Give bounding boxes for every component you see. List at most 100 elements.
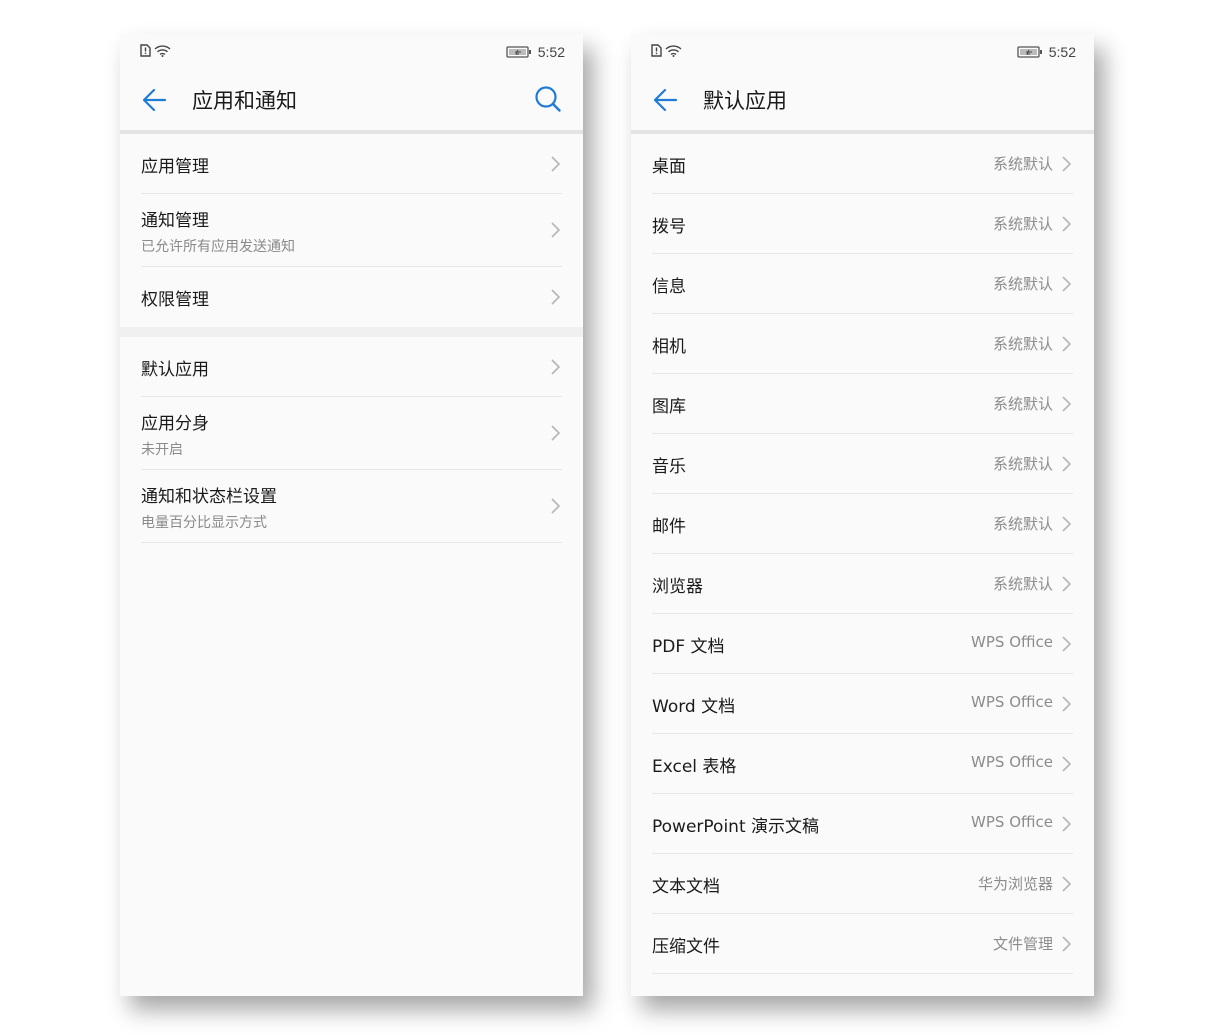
app-bar: 默认应用 [631, 70, 1094, 130]
default-app-category: 压缩文件 [652, 937, 720, 957]
chevron-right-icon [551, 156, 560, 172]
chevron-right-icon [1062, 516, 1071, 532]
chevron-right-icon [1062, 936, 1071, 952]
default-app-category: 音乐 [652, 457, 686, 477]
wifi-icon [665, 45, 682, 57]
default-app-row[interactable]: PDF 文档 WPS Office [631, 614, 1094, 674]
list-item-app-twin[interactable]: 应用分身 未开启 [120, 397, 583, 470]
default-app-row[interactable]: 邮件 系统默认 [631, 494, 1094, 554]
default-app-value: 系统默认 [992, 515, 1053, 533]
default-app-row[interactable]: Word 文档 WPS Office [631, 674, 1094, 734]
default-app-value: 系统默认 [992, 335, 1053, 353]
list-item-app-management[interactable]: 应用管理 [120, 134, 583, 194]
default-app-row[interactable]: 信息 系统默认 [631, 254, 1094, 314]
default-app-category: 邮件 [652, 517, 686, 537]
phone-screen-apps-notifications: 5:52 应用和通知 应用管理 通知管理 已允许所有应用发送通知 权限管理 默认… [120, 34, 583, 996]
chevron-right-icon [1062, 396, 1071, 412]
list-item-title: 通知和状态栏设置 [141, 487, 277, 507]
battery-icon [506, 46, 531, 58]
default-app-row-partial[interactable] [631, 974, 1094, 996]
default-app-value: WPS Office [971, 693, 1053, 711]
status-bar: 5:52 [120, 34, 583, 70]
default-app-category: Excel 表格 [652, 757, 737, 777]
default-app-value: 系统默认 [992, 575, 1053, 593]
default-apps-list: 桌面 系统默认 拨号 系统默认 信息 系统默认 相机 系统默认 图库 系统默认 音乐 系统默认 邮件 系统… [631, 134, 1094, 996]
default-app-category: 拨号 [652, 217, 686, 237]
default-app-value: WPS Office [971, 633, 1053, 651]
default-app-row[interactable]: 浏览器 系统默认 [631, 554, 1094, 614]
default-app-row[interactable]: 图库 系统默认 [631, 374, 1094, 434]
chevron-right-icon [1062, 456, 1071, 472]
list-item-default-apps[interactable]: 默认应用 [120, 337, 583, 397]
chevron-right-icon [551, 498, 560, 514]
default-app-category: PDF 文档 [652, 637, 725, 657]
chevron-right-icon [1062, 876, 1071, 892]
wifi-icon [154, 45, 171, 57]
default-app-row[interactable]: 桌面 系统默认 [631, 134, 1094, 194]
status-bar: 5:52 [631, 34, 1094, 70]
chevron-right-icon [551, 222, 560, 238]
default-app-category: 信息 [652, 277, 686, 297]
default-app-row[interactable]: 音乐 系统默认 [631, 434, 1094, 494]
chevron-right-icon [1062, 756, 1071, 772]
list-item-title: 应用分身 [141, 414, 209, 434]
chevron-right-icon [1062, 816, 1071, 832]
settings-list: 应用管理 通知管理 已允许所有应用发送通知 权限管理 默认应用 应用分身 未开启… [120, 134, 583, 543]
chevron-right-icon [551, 425, 560, 441]
default-app-category: 相机 [652, 337, 686, 357]
default-app-value: WPS Office [971, 753, 1053, 771]
chevron-right-icon [1062, 276, 1071, 292]
default-app-row[interactable]: PowerPoint 演示文稿 WPS Office [631, 794, 1094, 854]
default-app-value: 文件管理 [992, 935, 1053, 953]
list-item-subtitle: 电量百分比显示方式 [141, 515, 267, 531]
list-item-title: 默认应用 [141, 360, 209, 380]
default-app-value: 系统默认 [992, 155, 1053, 173]
sim-icon [140, 44, 151, 57]
list-item-permission-management[interactable]: 权限管理 [120, 267, 583, 327]
list-item-notification-statusbar-settings[interactable]: 通知和状态栏设置 电量百分比显示方式 [120, 470, 583, 543]
back-arrow-icon[interactable] [651, 84, 681, 116]
default-app-value: 系统默认 [992, 275, 1053, 293]
default-app-value: 系统默认 [992, 215, 1053, 233]
default-app-row[interactable]: 拨号 系统默认 [631, 194, 1094, 254]
default-app-category: 桌面 [652, 157, 686, 177]
chevron-right-icon [1062, 216, 1071, 232]
default-app-category: Word 文档 [652, 697, 736, 717]
list-item-subtitle: 未开启 [141, 442, 183, 458]
default-app-value: 系统默认 [992, 395, 1053, 413]
list-item-title: 应用管理 [141, 157, 209, 177]
status-time: 5:52 [1048, 44, 1076, 60]
chevron-right-icon [1062, 576, 1071, 592]
app-bar: 应用和通知 [120, 70, 583, 130]
list-item-title: 通知管理 [141, 211, 209, 231]
chevron-right-icon [1062, 336, 1071, 352]
sim-icon [651, 44, 662, 57]
default-app-category: 图库 [652, 397, 686, 417]
phone-screen-default-apps: 5:52 默认应用 桌面 系统默认 拨号 系统默认 信息 系统默认 相机 系统默认 图库 系统默认… [631, 34, 1094, 996]
chevron-right-icon [1062, 156, 1071, 172]
back-arrow-icon[interactable] [140, 84, 170, 116]
search-icon[interactable] [533, 83, 563, 115]
chevron-right-icon [1062, 696, 1071, 712]
default-app-value: WPS Office [971, 813, 1053, 831]
default-app-row[interactable]: 压缩文件 文件管理 [631, 914, 1094, 974]
chevron-right-icon [551, 289, 560, 305]
chevron-right-icon [1062, 636, 1071, 652]
page-title: 应用和通知 [192, 89, 297, 113]
group-divider [120, 327, 583, 337]
page-title: 默认应用 [703, 89, 787, 113]
default-app-value: 华为浏览器 [977, 875, 1053, 893]
list-item-subtitle: 已允许所有应用发送通知 [141, 239, 295, 255]
default-app-row[interactable]: 相机 系统默认 [631, 314, 1094, 374]
status-time: 5:52 [537, 44, 565, 60]
default-app-category: PowerPoint 演示文稿 [652, 817, 820, 837]
default-app-category: 浏览器 [652, 577, 703, 597]
default-app-category: 文本文档 [652, 877, 720, 897]
battery-icon [1017, 46, 1042, 58]
default-app-value: 系统默认 [992, 455, 1053, 473]
list-item-notification-management[interactable]: 通知管理 已允许所有应用发送通知 [120, 194, 583, 267]
chevron-right-icon [551, 359, 560, 375]
default-app-row[interactable]: 文本文档 华为浏览器 [631, 854, 1094, 914]
default-app-row[interactable]: Excel 表格 WPS Office [631, 734, 1094, 794]
list-item-title: 权限管理 [141, 290, 209, 310]
